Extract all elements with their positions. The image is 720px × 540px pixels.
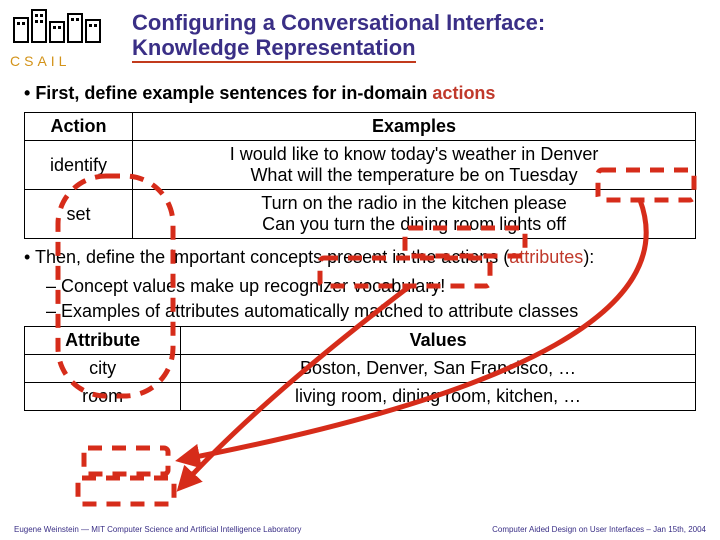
- bullet-actions: First, define example sentences for in-d…: [24, 83, 696, 104]
- cell-action: set: [25, 190, 133, 239]
- slide-body: First, define example sentences for in-d…: [0, 73, 720, 411]
- cell-attr: city: [25, 355, 181, 383]
- logo-text: CSAIL: [10, 53, 120, 69]
- table-row: room living room, dining room, kitchen, …: [25, 383, 696, 411]
- cell-attr: room: [25, 383, 181, 411]
- table-header-row: Attribute Values: [25, 327, 696, 355]
- bullet-actions-text: First, define example sentences for in-d…: [35, 83, 432, 103]
- csail-logo: CSAIL: [10, 6, 120, 69]
- attributes-keyword: attributes: [509, 247, 583, 267]
- example-line: Turn on the radio in the kitchen please: [261, 193, 567, 213]
- example-line: What will the temperature be on Tuesday: [250, 165, 577, 185]
- col-attribute: Attribute: [25, 327, 181, 355]
- cell-vals: living room, dining room, kitchen, …: [181, 383, 696, 411]
- table-row: identify I would like to know today's we…: [25, 141, 696, 190]
- cell-vals: Boston, Denver, San Francisco, …: [181, 355, 696, 383]
- bullet-attributes: Then, define the important concepts pres…: [24, 247, 696, 268]
- slide-footer: Eugene Weinstein — MIT Computer Science …: [0, 525, 720, 534]
- table-header-row: Action Examples: [25, 113, 696, 141]
- bullet-attributes-text: Then, define the important concepts pres…: [35, 247, 509, 267]
- title-line-2: Knowledge Representation: [132, 35, 416, 63]
- title-line-1: Configuring a Conversational Interface:: [132, 10, 545, 35]
- example-line: Can you turn the dining room lights off: [262, 214, 566, 234]
- actions-table: Action Examples identify I would like to…: [24, 112, 696, 239]
- sub-bullet: Examples of attributes automatically mat…: [46, 301, 696, 322]
- table-row: set Turn on the radio in the kitchen ple…: [25, 190, 696, 239]
- actions-keyword: actions: [432, 83, 495, 103]
- sub-bullet: Concept values make up recognizer vocabu…: [46, 276, 696, 297]
- attributes-table: Attribute Values city Boston, Denver, Sa…: [24, 326, 696, 411]
- buildings-icon: [10, 6, 110, 46]
- col-action: Action: [25, 113, 133, 141]
- footer-left: Eugene Weinstein — MIT Computer Science …: [14, 525, 301, 534]
- cell-examples: Turn on the radio in the kitchen please …: [133, 190, 696, 239]
- col-values: Values: [181, 327, 696, 355]
- footer-right: Computer Aided Design on User Interfaces…: [492, 525, 706, 534]
- col-examples: Examples: [133, 113, 696, 141]
- slide-header: CSAIL Configuring a Conversational Inter…: [0, 0, 720, 73]
- example-line: I would like to know today's weather in …: [230, 144, 599, 164]
- slide-title: Configuring a Conversational Interface: …: [120, 6, 545, 61]
- bullet-attributes-suffix: ):: [583, 247, 594, 267]
- table-row: city Boston, Denver, San Francisco, …: [25, 355, 696, 383]
- cell-examples: I would like to know today's weather in …: [133, 141, 696, 190]
- cell-action: identify: [25, 141, 133, 190]
